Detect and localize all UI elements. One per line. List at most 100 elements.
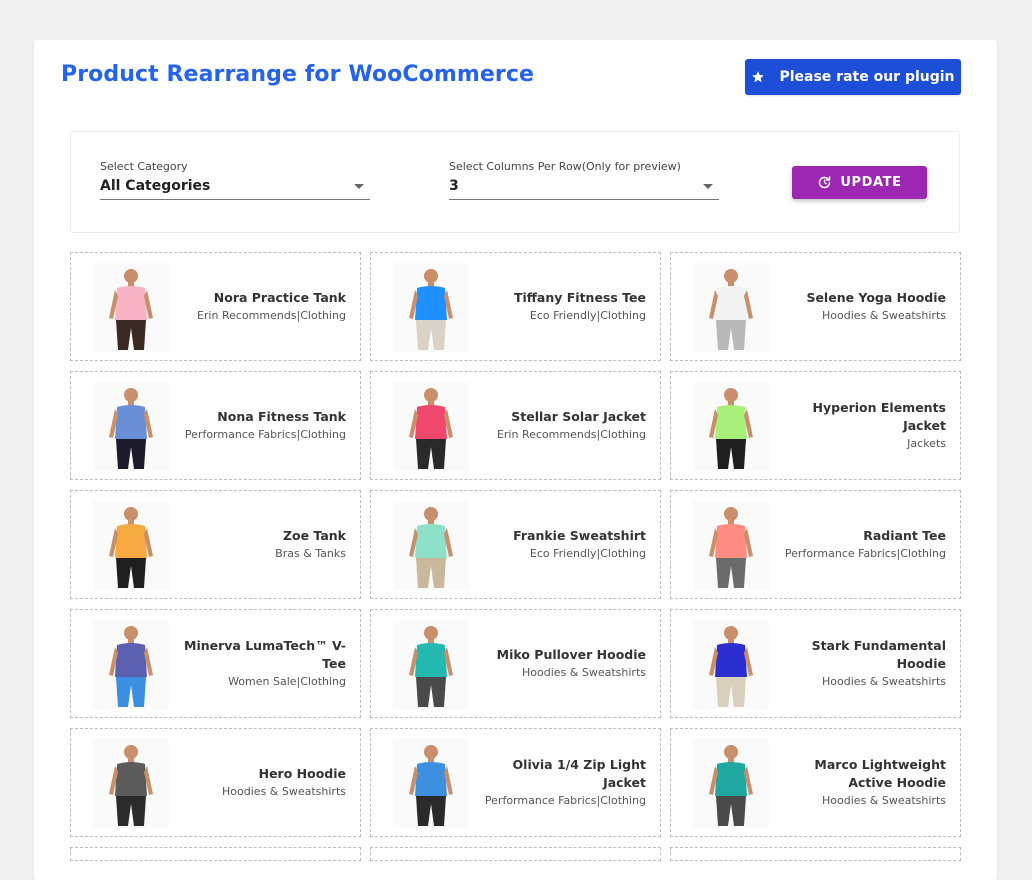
product-figure-icon	[709, 626, 753, 707]
product-image	[693, 739, 769, 828]
product-card[interactable]: Radiant Tee Performance Fabrics|Clothing	[670, 490, 961, 599]
product-info: Nora Practice Tank Erin Recommends|Clothi…	[170, 253, 346, 360]
product-info: Miko Pullover Hoodie Hoodies & Sweatshirt…	[470, 610, 646, 717]
product-card-partial[interactable]	[370, 847, 661, 861]
product-info: Hyperion Elements Jacket Jackets	[770, 372, 946, 479]
product-figure-icon	[409, 745, 453, 826]
columns-select[interactable]: 3	[449, 177, 719, 200]
category-select-label: Select Category	[100, 160, 188, 173]
product-category: Eco Friendly|Clothing	[529, 546, 646, 560]
product-name: Tiffany Fitness Tee	[513, 289, 646, 305]
product-category: Eco Friendly|Clothing	[529, 308, 646, 322]
product-name: Hero Hoodie	[258, 765, 346, 781]
product-info: Minerva LumaTech™ V-Tee Women Sale|Clothi…	[170, 610, 346, 717]
product-card[interactable]: Stark Fundamental Hoodie Hoodies & Sweats…	[670, 609, 961, 718]
product-info: Olivia 1/4 Zip Light Jacket Performance F…	[470, 729, 646, 836]
product-figure-icon	[109, 626, 153, 707]
product-figure-icon	[409, 626, 453, 707]
product-image	[393, 501, 469, 590]
product-card[interactable]: Tiffany Fitness Tee Eco Friendly|Clothing	[370, 252, 661, 361]
product-name: Olivia 1/4 Zip Light Jacket	[512, 756, 646, 790]
rate-plugin-button[interactable]: Please rate our plugin	[745, 59, 961, 95]
product-image	[393, 739, 469, 828]
product-card[interactable]: Stellar Solar Jacket Erin Recommends|Clot…	[370, 371, 661, 480]
columns-select-label: Select Columns Per Row(Only for preview)	[449, 160, 681, 173]
product-category: Women Sale|Clothing	[228, 674, 346, 688]
product-category: Performance Fabrics|Clothing	[484, 793, 646, 807]
category-select[interactable]: All Categories	[100, 177, 370, 200]
product-image	[93, 382, 169, 471]
product-name: Hyperion Elements Jacket	[812, 399, 946, 433]
star-icon	[752, 71, 765, 83]
product-name: Miko Pullover Hoodie	[496, 646, 646, 662]
product-image	[93, 739, 169, 828]
product-card[interactable]: Nora Practice Tank Erin Recommends|Clothi…	[70, 252, 361, 361]
product-name: Selene Yoga Hoodie	[806, 289, 946, 305]
product-info: Marco Lightweight Active Hoodie Hoodies &…	[770, 729, 946, 836]
product-name: Radiant Tee	[863, 527, 946, 543]
product-figure-icon	[409, 269, 453, 350]
product-card-partial[interactable]	[670, 847, 961, 861]
product-figure-icon	[409, 388, 453, 469]
product-figure-icon	[709, 269, 753, 350]
product-card[interactable]: Olivia 1/4 Zip Light Jacket Performance F…	[370, 728, 661, 837]
update-button[interactable]: UPDATE	[792, 166, 927, 199]
product-figure-icon	[409, 507, 453, 588]
product-image	[93, 263, 169, 352]
product-info: Selene Yoga Hoodie Hoodies & Sweatshirts	[770, 253, 946, 360]
product-category: Erin Recommends|Clothing	[496, 427, 646, 441]
product-image	[693, 263, 769, 352]
product-category: Hoodies & Sweatshirts	[222, 784, 346, 798]
category-select-value: All Categories	[100, 178, 211, 194]
product-figure-icon	[109, 745, 153, 826]
page-title: Product Rearrange for WooCommerce	[61, 62, 535, 87]
product-info: Nona Fitness Tank Performance Fabrics|Clo…	[170, 372, 346, 479]
product-card-partial[interactable]	[70, 847, 361, 861]
product-card[interactable]: Hyperion Elements Jacket Jackets	[670, 371, 961, 480]
product-figure-icon	[709, 388, 753, 469]
product-category: Hoodies & Sweatshirts	[822, 674, 946, 688]
product-card[interactable]: Hero Hoodie Hoodies & Sweatshirts	[70, 728, 361, 837]
columns-select-group: Select Columns Per Row(Only for preview)…	[449, 160, 719, 200]
product-name: Stellar Solar Jacket	[511, 408, 646, 424]
category-select-group: Select Category All Categories	[100, 160, 370, 200]
product-category: Performance Fabrics|Clothing	[784, 546, 946, 560]
product-name: Nona Fitness Tank	[217, 408, 346, 424]
product-image	[393, 620, 469, 709]
product-figure-icon	[709, 507, 753, 588]
product-category: Jackets	[907, 436, 946, 450]
product-info: Tiffany Fitness Tee Eco Friendly|Clothing	[470, 253, 646, 360]
product-info: Stark Fundamental Hoodie Hoodies & Sweats…	[770, 610, 946, 717]
product-card[interactable]: Zoe Tank Bras & Tanks	[70, 490, 361, 599]
product-image	[393, 382, 469, 471]
product-image	[93, 620, 169, 709]
dropdown-arrow-icon	[703, 184, 713, 189]
product-category: Hoodies & Sweatshirts	[522, 665, 646, 679]
product-card[interactable]: Frankie Sweatshirt Eco Friendly|Clothing	[370, 490, 661, 599]
product-image	[693, 620, 769, 709]
product-name: Frankie Sweatshirt	[513, 527, 646, 543]
product-name: Zoe Tank	[282, 527, 346, 543]
product-card[interactable]: Miko Pullover Hoodie Hoodies & Sweatshirt…	[370, 609, 661, 718]
product-figure-icon	[109, 269, 153, 350]
product-card[interactable]: Nona Fitness Tank Performance Fabrics|Clo…	[70, 371, 361, 480]
product-card[interactable]: Selene Yoga Hoodie Hoodies & Sweatshirts	[670, 252, 961, 361]
product-image	[693, 382, 769, 471]
product-category: Performance Fabrics|Clothing	[184, 427, 346, 441]
product-info: Hero Hoodie Hoodies & Sweatshirts	[170, 729, 346, 836]
product-info: Radiant Tee Performance Fabrics|Clothing	[770, 491, 946, 598]
product-card[interactable]: Minerva LumaTech™ V-Tee Women Sale|Clothi…	[70, 609, 361, 718]
product-figure-icon	[109, 507, 153, 588]
update-label: UPDATE	[840, 175, 902, 190]
product-figure-icon	[709, 745, 753, 826]
plugin-panel: Product Rearrange for WooCommerce Please…	[34, 40, 997, 880]
product-card[interactable]: Marco Lightweight Active Hoodie Hoodies &…	[670, 728, 961, 837]
product-image	[93, 501, 169, 590]
refresh-icon	[819, 176, 831, 189]
product-name: Stark Fundamental Hoodie	[811, 637, 946, 671]
product-image	[693, 501, 769, 590]
product-image	[393, 263, 469, 352]
product-category: Erin Recommends|Clothing	[196, 308, 346, 322]
columns-select-value: 3	[449, 178, 459, 194]
product-category: Bras & Tanks	[275, 546, 346, 560]
